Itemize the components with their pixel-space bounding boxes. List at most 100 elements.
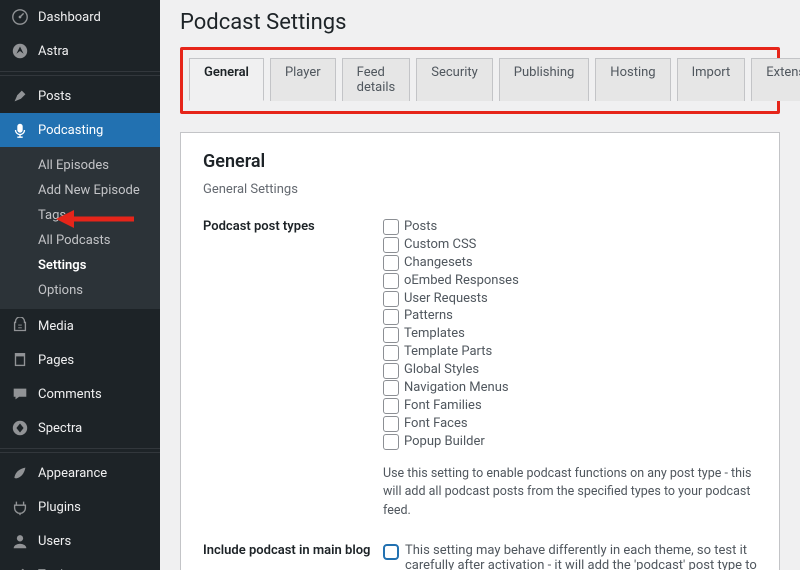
main-content: Podcast Settings GeneralPlayerFeed detai… [160, 0, 800, 570]
menu-label: Comments [38, 387, 102, 402]
checkbox-description: This setting may behave differently in e… [405, 543, 757, 570]
tab-extensions[interactable]: Extensions [751, 58, 800, 101]
checkbox-icon[interactable] [383, 416, 399, 432]
menu-item-comments[interactable]: Comments [0, 377, 160, 411]
pin-icon [10, 86, 30, 106]
checkbox-icon[interactable] [383, 273, 399, 289]
field-help: Use this setting to enable podcast funct… [383, 465, 757, 521]
submenu: All EpisodesAdd New EpisodeTagsAll Podca… [0, 147, 160, 309]
checkbox-item[interactable]: Patterns [383, 308, 757, 325]
checkbox-icon[interactable] [383, 237, 399, 253]
checkbox-item[interactable]: Posts [383, 219, 757, 236]
menu-item-appearance[interactable]: Appearance [0, 456, 160, 490]
checkbox-item[interactable]: Font Families [383, 398, 757, 415]
checkbox-icon[interactable] [383, 398, 399, 414]
menu-item-astra[interactable]: Astra [0, 34, 160, 68]
tab-feed-details[interactable]: Feed details [342, 58, 411, 101]
checkbox-icon[interactable] [383, 291, 399, 307]
checkbox-label: Font Faces [404, 416, 468, 433]
menu-item-posts[interactable]: Posts [0, 79, 160, 113]
tab-publishing[interactable]: Publishing [499, 58, 590, 101]
menu-label: Dashboard [38, 10, 101, 25]
inline-checkbox[interactable]: This setting may behave differently in e… [383, 543, 757, 570]
checkbox-item[interactable]: Template Parts [383, 344, 757, 361]
checkbox-label: Custom CSS [404, 237, 476, 254]
astra-icon [10, 41, 30, 61]
checkbox-icon[interactable] [383, 255, 399, 271]
checkbox-icon[interactable] [383, 219, 399, 235]
checkbox-icon[interactable] [383, 434, 399, 450]
menu-label: Posts [38, 89, 71, 104]
checkbox-icon[interactable] [383, 345, 399, 361]
checkbox-label: User Requests [404, 291, 488, 308]
tabs-container: GeneralPlayerFeed detailsSecurityPublish… [180, 47, 780, 114]
menu-item-spectra[interactable]: Spectra [0, 411, 160, 445]
menu-label: Podcasting [38, 123, 103, 138]
submenu-item-options[interactable]: Options [0, 278, 160, 303]
tab-hosting[interactable]: Hosting [595, 58, 670, 101]
checkbox-item[interactable]: Global Styles [383, 362, 757, 379]
admin-sidebar: Dashboard Astra Posts Podcasting All Episode… [0, 0, 160, 570]
checkbox-list: PostsCustom CSSChangesetsoEmbed Response… [383, 219, 757, 451]
settings-panel: General General Settings Podcast post ty… [180, 132, 780, 570]
field-label: Podcast post types [203, 219, 383, 234]
menu-item-pages[interactable]: Pages [0, 343, 160, 377]
checkbox-icon[interactable] [383, 544, 399, 560]
checkbox-item[interactable]: Changesets [383, 255, 757, 272]
menu-label: Pages [38, 353, 74, 368]
checkbox-icon[interactable] [383, 309, 399, 325]
checkbox-icon[interactable] [383, 363, 399, 379]
wrench-icon [10, 565, 30, 570]
checkbox-item[interactable]: Popup Builder [383, 434, 757, 451]
tab-security[interactable]: Security [416, 58, 493, 101]
checkbox-label: Templates [404, 326, 465, 343]
checkbox-icon[interactable] [383, 380, 399, 396]
menu-item-users[interactable]: Users [0, 524, 160, 558]
checkbox-label: Font Families [404, 398, 482, 415]
comment-icon [10, 384, 30, 404]
submenu-item-all-podcasts[interactable]: All Podcasts [0, 228, 160, 253]
submenu-item-tags[interactable]: Tags [0, 203, 160, 228]
checkbox-item[interactable]: Font Faces [383, 416, 757, 433]
tab-general[interactable]: General [189, 58, 264, 101]
submenu-item-settings[interactable]: Settings [0, 253, 160, 278]
field-control: PostsCustom CSSChangesetsoEmbed Response… [383, 219, 757, 521]
menu-label: Media [38, 319, 74, 334]
submenu-item-add-new-episode[interactable]: Add New Episode [0, 178, 160, 203]
field-control: This setting may behave differently in e… [383, 543, 757, 570]
menu-label: Astra [38, 44, 69, 59]
checkbox-label: Popup Builder [404, 434, 485, 451]
page-icon [10, 350, 30, 370]
plugin-icon [10, 497, 30, 517]
checkbox-label: Global Styles [404, 362, 479, 379]
menu-item-tools[interactable]: Tools [0, 558, 160, 570]
menu-separator [0, 448, 160, 453]
checkbox-item[interactable]: oEmbed Responses [383, 273, 757, 290]
menu-label: Appearance [38, 466, 107, 481]
checkbox-item[interactable]: Templates [383, 326, 757, 343]
checkbox-item[interactable]: Navigation Menus [383, 380, 757, 397]
checkbox-label: Template Parts [404, 344, 492, 361]
checkbox-label: Navigation Menus [404, 380, 509, 397]
menu-item-plugins[interactable]: Plugins [0, 490, 160, 524]
tab-import[interactable]: Import [677, 58, 746, 101]
menu-item-podcasting[interactable]: Podcasting [0, 113, 160, 147]
menu-item-media[interactable]: Media [0, 309, 160, 343]
checkbox-label: Posts [404, 219, 437, 236]
menu-label: Spectra [38, 421, 82, 436]
panel-subheading: General Settings [203, 182, 757, 197]
submenu-item-all-episodes[interactable]: All Episodes [0, 153, 160, 178]
mic-icon [10, 120, 30, 140]
checkbox-label: Changesets [404, 255, 473, 272]
checkbox-label: oEmbed Responses [404, 273, 519, 290]
checkbox-item[interactable]: User Requests [383, 291, 757, 308]
checkbox-item[interactable]: Custom CSS [383, 237, 757, 254]
dashboard-icon [10, 7, 30, 27]
checkbox-icon[interactable] [383, 327, 399, 343]
page-title: Podcast Settings [180, 10, 780, 35]
tab-player[interactable]: Player [270, 58, 336, 101]
panel-heading: General [203, 151, 757, 172]
menu-separator [0, 71, 160, 76]
brush-icon [10, 463, 30, 483]
menu-item-dashboard[interactable]: Dashboard [0, 0, 160, 34]
